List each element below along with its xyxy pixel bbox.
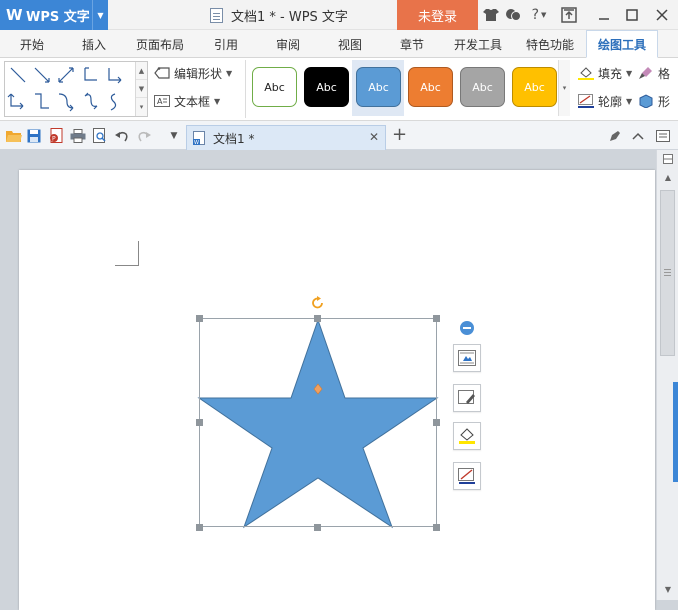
shape-outline-button[interactable] xyxy=(453,462,481,490)
resize-handle-bottom-left[interactable] xyxy=(196,524,203,531)
resize-handle-top-left[interactable] xyxy=(196,315,203,322)
text-wrap-icon xyxy=(458,350,476,366)
resize-handle-top-right[interactable] xyxy=(433,315,440,322)
resize-handle-right[interactable] xyxy=(433,419,440,426)
edit-style-icon xyxy=(458,390,475,404)
shape-style-button[interactable] xyxy=(453,384,481,412)
resize-handle-top[interactable] xyxy=(314,315,321,322)
resize-handle-left[interactable] xyxy=(196,419,203,426)
resize-handle-bottom-right[interactable] xyxy=(433,524,440,531)
selection-frame xyxy=(199,318,437,527)
paint-bucket-icon xyxy=(459,428,475,444)
rotate-handle-icon[interactable] xyxy=(311,296,325,310)
pen-outline-icon xyxy=(458,468,475,484)
layout-options-button[interactable] xyxy=(453,344,481,372)
resize-handle-bottom[interactable] xyxy=(314,524,321,531)
collapse-float-toolbar-icon[interactable] xyxy=(460,321,474,335)
shape-fill-button[interactable] xyxy=(453,422,481,450)
